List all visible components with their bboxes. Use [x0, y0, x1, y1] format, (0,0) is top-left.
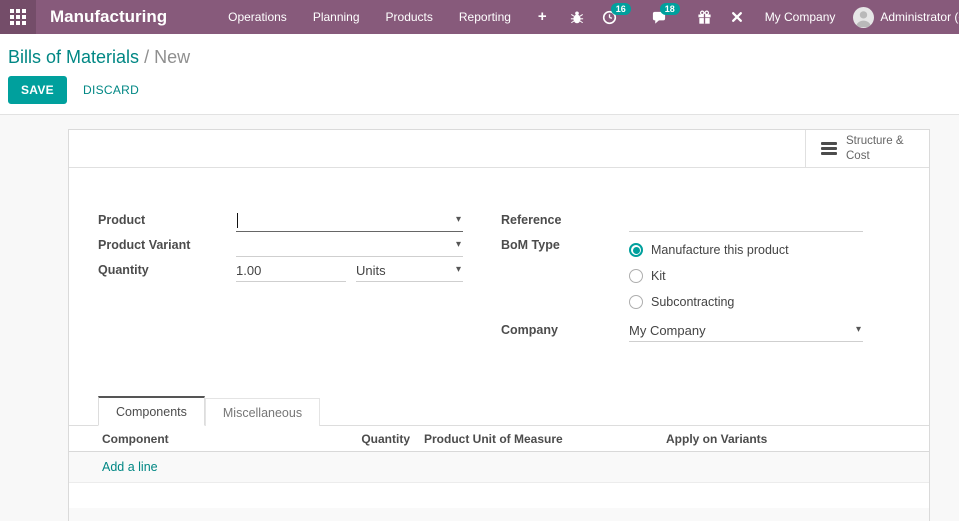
radio-unselected-icon: [629, 269, 643, 283]
structure-and-cost-button[interactable]: Structure & Cost: [805, 130, 929, 167]
empty-list-row: [69, 483, 929, 508]
product-row: Product ▾: [98, 210, 501, 232]
components-list-header: Component Quantity Product Unit of Measu…: [69, 426, 929, 452]
reference-input[interactable]: [629, 210, 863, 232]
top-menu: Operations Planning Products Reporting +: [215, 0, 561, 34]
chevron-down-icon[interactable]: ▾: [456, 239, 461, 251]
product-variant-row: Product Variant ▾: [98, 235, 501, 257]
control-panel-buttons: SAVE DISCARD: [8, 76, 959, 104]
quantity-widgets: Units ▾: [236, 260, 463, 282]
breadcrumb-bills-of-materials[interactable]: Bills of Materials: [8, 47, 139, 67]
menu-item-reporting[interactable]: Reporting: [446, 0, 524, 34]
empty-list-row: [69, 508, 929, 521]
bom-type-radio-group: Manufacture this product Kit Subcontract…: [629, 235, 789, 315]
activities-badge: 16: [610, 3, 631, 15]
quantity-input-wrap: [236, 260, 346, 282]
menu-item-products[interactable]: Products: [373, 0, 446, 34]
chevron-down-icon[interactable]: ▾: [456, 214, 461, 226]
uom-value: Units: [356, 263, 386, 278]
tab-miscellaneous[interactable]: Miscellaneous: [204, 398, 321, 426]
form-left-column: Product ▾ Product Variant ▾ Quantity 1.0…: [98, 210, 501, 368]
column-header-component[interactable]: Component: [69, 432, 319, 446]
app-title[interactable]: Manufacturing: [50, 7, 167, 27]
product-input[interactable]: ▾: [236, 210, 463, 232]
form-body: Product ▾ Product Variant ▾ Quantity 1.0…: [69, 168, 929, 368]
tab-components[interactable]: Components: [98, 396, 205, 426]
column-header-apply-on-variants[interactable]: Apply on Variants: [652, 432, 929, 446]
bom-type-label: BoM Type: [501, 238, 560, 252]
radio-kit[interactable]: Kit: [629, 263, 789, 289]
apps-menu-button[interactable]: [0, 0, 36, 34]
radio-subcontracting[interactable]: Subcontracting: [629, 289, 789, 315]
avatar: [853, 6, 875, 28]
reference-row: Reference: [501, 210, 863, 232]
structure-and-cost-label: Structure & Cost: [846, 135, 904, 162]
user-menu[interactable]: Administrator (c: [847, 6, 959, 28]
reference-label: Reference: [501, 213, 562, 227]
add-a-line-link[interactable]: Add a line: [102, 460, 158, 474]
breadcrumb-current: New: [154, 47, 191, 67]
company-select[interactable]: My Company ▾: [629, 320, 863, 342]
radio-label: Manufacture this product: [651, 243, 789, 257]
radio-unselected-icon: [629, 295, 643, 309]
radio-label: Subcontracting: [651, 295, 735, 309]
discard-button[interactable]: DISCARD: [83, 83, 139, 97]
form-statusbar: Structure & Cost: [69, 130, 929, 168]
notebook-tabs: Components Miscellaneous: [69, 396, 929, 426]
company-row: Company My Company ▾: [501, 320, 863, 342]
column-header-product-uom[interactable]: Product Unit of Measure: [410, 432, 652, 446]
save-button[interactable]: SAVE: [8, 76, 67, 104]
systray: 16 18 My Company Administrator (c: [561, 0, 959, 34]
add-line-row: Add a line: [69, 452, 929, 483]
radio-manufacture-this-product[interactable]: Manufacture this product: [629, 237, 789, 263]
product-label: Product: [98, 213, 146, 227]
product-variant-input[interactable]: ▾: [236, 235, 463, 257]
control-panel: Bills of Materials / New SAVE DISCARD: [0, 34, 959, 115]
apps-grid-icon: [10, 9, 26, 25]
company-label: Company: [501, 323, 558, 337]
bars-icon: [821, 140, 837, 158]
company-value: My Company: [629, 323, 706, 338]
breadcrumb: Bills of Materials / New: [8, 46, 959, 68]
user-name: Administrator (c: [880, 10, 959, 24]
form-right-column: Reference BoM Type Manufacture this prod…: [501, 210, 931, 368]
chevron-down-icon[interactable]: ▾: [856, 324, 861, 336]
gift-icon[interactable]: [688, 0, 721, 34]
quantity-input[interactable]: [236, 263, 346, 278]
chevron-down-icon[interactable]: ▾: [456, 264, 461, 276]
plus-icon[interactable]: +: [524, 0, 561, 34]
company-switcher[interactable]: My Company: [753, 10, 848, 24]
uom-select[interactable]: Units ▾: [356, 260, 463, 282]
menu-item-planning[interactable]: Planning: [300, 0, 373, 34]
text-cursor: [237, 213, 238, 228]
messages-badge: 18: [659, 3, 680, 15]
column-header-quantity[interactable]: Quantity: [319, 432, 410, 446]
quantity-label: Quantity: [98, 263, 149, 277]
screen: Manufacturing Operations Planning Produc…: [0, 0, 959, 521]
quantity-row: Quantity Units ▾: [98, 260, 501, 282]
top-navbar: Manufacturing Operations Planning Produc…: [0, 0, 959, 34]
messages-chat-icon[interactable]: 18: [642, 0, 680, 34]
content-area: Structure & Cost Product ▾ Product Varia: [0, 115, 959, 521]
breadcrumb-separator: /: [144, 47, 150, 67]
bug-icon[interactable]: [561, 0, 593, 34]
menu-item-operations[interactable]: Operations: [215, 0, 300, 34]
activities-clock-icon[interactable]: 16: [593, 0, 631, 34]
components-list: Component Quantity Product Unit of Measu…: [69, 426, 929, 521]
wrench-tools-icon[interactable]: [721, 0, 753, 34]
product-variant-label: Product Variant: [98, 238, 191, 252]
form-sheet: Structure & Cost Product ▾ Product Varia: [68, 129, 930, 521]
radio-selected-icon: [629, 243, 643, 257]
radio-label: Kit: [651, 269, 666, 283]
bom-type-row: BoM Type Manufacture this product Kit Su…: [501, 235, 863, 315]
